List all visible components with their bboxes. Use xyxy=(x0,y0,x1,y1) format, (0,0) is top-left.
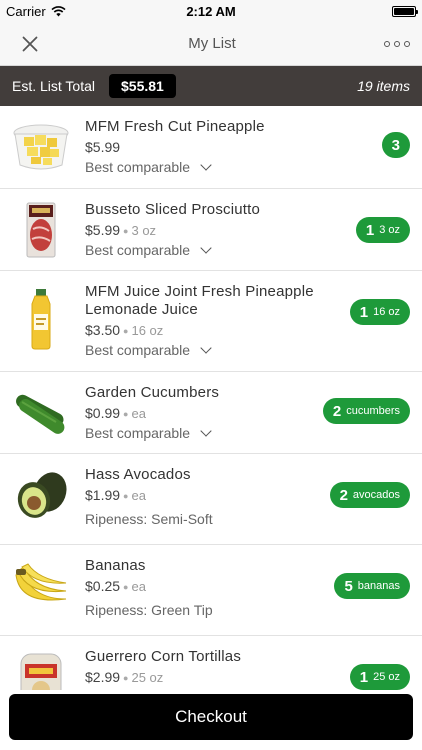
quantity-value: 5 xyxy=(344,577,353,595)
product-price: $0.99 xyxy=(85,405,121,421)
product-unit: ea xyxy=(131,488,146,503)
page-title: My List xyxy=(188,35,236,52)
quantity-badge[interactable]: 1 3 oz xyxy=(355,217,410,243)
product-price: $3.50 xyxy=(85,322,121,338)
quantity-unit: 25 oz xyxy=(373,671,400,683)
substitution-dropdown[interactable]: Best comparable xyxy=(85,425,320,441)
carrier-signal: Carrier xyxy=(6,4,66,19)
ripeness-label: Ripeness: Semi-Soft xyxy=(85,511,320,527)
close-button[interactable] xyxy=(20,34,40,54)
substitution-dropdown[interactable]: Best comparable xyxy=(85,242,320,258)
option-label: Ripeness: Green Tip xyxy=(85,602,213,618)
product-unit: 16 oz xyxy=(131,323,164,338)
chevron-down-icon xyxy=(200,342,212,354)
product-unit: 25 oz xyxy=(131,670,164,685)
quantity-unit: cucumbers xyxy=(346,405,400,417)
checkout-bar: Checkout xyxy=(0,690,422,750)
option-label: Best comparable xyxy=(85,342,191,358)
product-price: $5.99 xyxy=(85,139,121,155)
list-total-label: Est. List Total xyxy=(12,78,96,94)
product-unit: ea xyxy=(131,406,146,421)
list-item[interactable]: Garden Cucumbers $0.99 ● ea Best comparabl… xyxy=(0,372,422,454)
list-item[interactable]: MFM Fresh Cut Pineapple $5.99 Best compa… xyxy=(0,106,422,189)
bananas-image xyxy=(12,557,70,615)
carrier-label: Carrier xyxy=(6,3,46,19)
price-line: $0.25 ● ea xyxy=(85,578,146,594)
product-unit: 3 oz xyxy=(131,223,157,238)
chevron-down-icon xyxy=(200,159,212,171)
prosciutto-package-image xyxy=(12,201,70,259)
product-price: $2.99 xyxy=(85,669,121,685)
quantity-badge[interactable]: 1 16 oz xyxy=(349,299,410,325)
option-label: Best comparable xyxy=(85,242,191,258)
quantity-badge[interactable]: 2 cucumbers xyxy=(322,398,410,424)
price-line: $0.99 ● ea xyxy=(85,405,146,421)
product-name: Guerrero Corn Tortillas xyxy=(85,648,242,665)
quantity-unit: 3 oz xyxy=(379,224,400,236)
checkout-button[interactable]: Checkout xyxy=(9,694,413,740)
quantity-unit: 16 oz xyxy=(373,306,400,318)
quantity-value: 2 xyxy=(339,486,348,504)
product-price: $1.99 xyxy=(85,487,121,503)
product-unit: ea xyxy=(131,579,146,594)
chevron-down-icon xyxy=(200,425,212,437)
quantity-badge[interactable]: 2 avocados xyxy=(329,482,410,508)
list-summary-bar: Est. List Total $55.81 19 items xyxy=(0,66,422,106)
product-name: Garden Cucumbers xyxy=(85,384,220,401)
price-line: $2.99 ● 25 oz xyxy=(85,669,164,685)
list-total-value: $55.81 xyxy=(109,74,176,98)
price-line: $1.99 ● ea xyxy=(85,487,146,503)
price-line: $5.99 ● 3 oz xyxy=(85,222,157,238)
navigation-bar: My List xyxy=(0,22,422,66)
product-price: $0.25 xyxy=(85,578,121,594)
item-count: 19 items xyxy=(357,78,410,94)
list-item[interactable]: MFM Juice Joint Fresh Pineapple Lemonade… xyxy=(0,271,422,372)
quantity-value: 1 xyxy=(365,221,375,239)
quantity-badge[interactable]: 3 xyxy=(381,132,410,158)
battery-icon xyxy=(392,5,418,17)
list-item[interactable]: Busseto Sliced Prosciutto $5.99 ● 3 oz Bes… xyxy=(0,189,422,271)
substitution-dropdown[interactable]: Best comparable xyxy=(85,342,320,358)
cucumbers-image xyxy=(12,384,70,442)
quantity-badge[interactable]: 1 25 oz xyxy=(349,664,410,690)
shopping-list: MFM Fresh Cut Pineapple $5.99 Best compa… xyxy=(0,106,422,750)
more-options-button[interactable] xyxy=(383,34,410,54)
close-icon xyxy=(22,36,38,51)
option-label: Best comparable xyxy=(85,159,191,175)
more-icon xyxy=(383,40,390,47)
product-name: Busseto Sliced Prosciutto xyxy=(85,201,261,218)
quantity-value: 3 xyxy=(391,136,400,154)
quantity-unit: avocados xyxy=(352,489,400,501)
ripeness-label: Ripeness: Green Tip xyxy=(85,602,320,618)
substitution-dropdown[interactable]: Best comparable xyxy=(85,159,320,175)
pineapple-cup-image xyxy=(12,118,70,176)
quantity-value: 1 xyxy=(359,303,369,321)
list-item[interactable]: Bananas $0.25 ● ea Ripeness: Green Tip 5 ba… xyxy=(0,545,422,636)
product-name: Bananas xyxy=(85,557,146,574)
product-name: MFM Juice Joint Fresh Pineapple Lemonade… xyxy=(85,283,314,318)
option-label: Best comparable xyxy=(85,425,191,441)
quantity-unit: bananas xyxy=(357,580,400,592)
price-line: $5.99 xyxy=(85,139,320,155)
juice-bottle-image xyxy=(12,283,70,355)
avocados-image xyxy=(12,466,70,524)
product-name: Hass Avocados xyxy=(85,466,191,483)
product-name: MFM Fresh Cut Pineapple xyxy=(85,118,265,135)
product-price: $5.99 xyxy=(85,222,121,238)
quantity-value: 2 xyxy=(332,402,342,420)
quantity-value: 1 xyxy=(359,668,369,686)
wifi-icon xyxy=(51,5,66,16)
price-line: $3.50 ● 16 oz xyxy=(85,322,164,338)
quantity-badge[interactable]: 5 bananas xyxy=(334,573,410,599)
option-label: Ripeness: Semi-Soft xyxy=(85,511,213,527)
chevron-down-icon xyxy=(200,242,212,254)
list-item[interactable]: Hass Avocados $1.99 ● ea Ripeness: Semi-So… xyxy=(0,454,422,545)
status-bar: Carrier 2:12 AM xyxy=(0,0,422,22)
